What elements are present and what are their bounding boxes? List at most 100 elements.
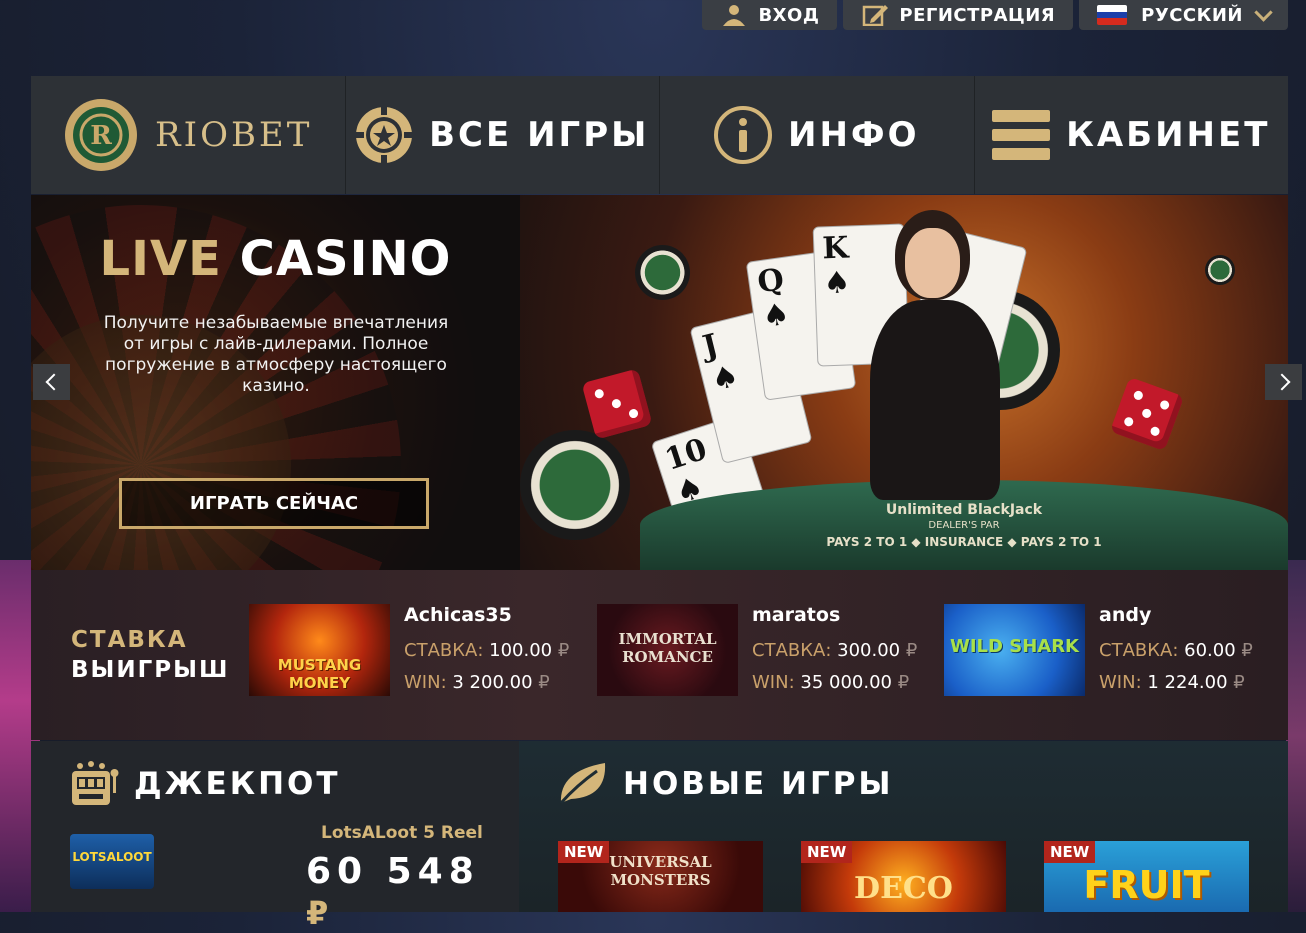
new-badge: NEW [801,841,853,863]
language-selector[interactable]: РУССКИЙ [1079,0,1288,30]
svg-text:R: R [90,121,112,151]
currency-symbol: ₽ [905,640,918,661]
chevron-right-icon [1273,373,1290,391]
jackpot-amount: 60 548 ₽ [306,851,519,933]
new-badge: NEW [1044,841,1096,863]
currency-symbol: ₽ [1241,640,1253,661]
chip-icon [356,107,413,163]
bet-username: maratos [752,604,841,626]
game-thumbnail[interactable]: IMMORTAL ROMANCE [597,604,738,696]
game-thumbnail[interactable]: MUSTANG MONEY [249,604,390,696]
jackpot-title: ДЖЕКПОТ [134,766,341,802]
new-badge: NEW [558,841,610,863]
jackpot-game-thumbnail[interactable]: LOTSALOOT [70,834,154,889]
hero-image: 10♠ J♠ Q♠ K♠ A♠ Unlimited BlackJack DEAL… [520,195,1288,570]
side-glow-right [1286,560,1306,912]
game-thumbnail[interactable]: WILD SHARK [944,604,1085,696]
logo-link[interactable]: R RIOBET [31,76,346,194]
bet-item[interactable]: WILD SHARK andy СТАВКА: 60.00 ₽ WIN: 1 2… [944,604,1253,696]
slider-prev-button[interactable] [33,364,70,400]
play-now-button[interactable]: ИГРАТЬ СЕЙЧАС [119,478,429,529]
nav-info-label: ИНФО [787,115,920,155]
currency-symbol: ₽ [538,672,550,693]
chevron-down-icon [1254,2,1273,22]
new-game-title: DECO [854,871,953,906]
table-insurance-text: PAYS 2 TO 1 ◆ INSURANCE ◆ PAYS 2 TO 1 [826,535,1102,549]
main-nav: R RIOBET ВСЕ ИГРЫ ИНФО КАБИНЕТ [31,76,1288,194]
nav-cabinet-label: КАБИНЕТ [1066,115,1271,155]
new-games-title: НОВЫЕ ИГРЫ [623,766,894,802]
nav-cabinet[interactable]: КАБИНЕТ [975,76,1289,194]
jackpot-thumbnail-title: LOTSALOOT [72,850,152,864]
game-thumbnail-title: IMMORTAL ROMANCE [618,630,717,666]
red-die-image [581,368,653,440]
bet-label: СТАВКА: [1099,640,1179,661]
hero-title-gold: LIVE [99,231,222,287]
bet-username: Achicas35 [404,604,512,626]
bet-username: andy [1099,604,1152,626]
currency-symbol: ₽ [1233,672,1245,693]
bet-item[interactable]: IMMORTAL ROMANCE maratos СТАВКА: 300.00 … [597,604,917,696]
slot-machine-icon [72,761,119,805]
slider-next-button[interactable] [1265,364,1302,400]
hero-title-white: CASINO [239,231,452,287]
register-button[interactable]: РЕГИСТРАЦИЯ [843,0,1074,30]
language-label: РУССКИЙ [1141,4,1243,26]
casino-chip-image [635,245,690,300]
currency-symbol: ₽ [897,672,910,693]
new-games-section: НОВЫЕ ИГРЫ UNIVERSAL MONSTERS NEW DECO N… [519,741,1288,912]
top-bar: ВХОД РЕГИСТРАЦИЯ РУССКИЙ [702,0,1306,30]
game-thumbnail-title: WILD SHARK [950,636,1079,657]
bet-value: 300.00 [837,640,901,661]
new-games-heading: НОВЫЕ ИГРЫ [557,761,894,807]
jackpot-game-name: LotsALoot 5 Reel [321,823,483,843]
casino-chip-image [1205,255,1235,285]
bets-label-win: ВЫИГРЫШ [71,657,230,683]
new-game-title: FRUIT [1083,863,1210,907]
menu-icon [992,110,1051,160]
new-game-card[interactable]: FRUIT NEW [1044,841,1249,912]
jackpot-heading: ДЖЕКПОТ [70,761,341,807]
jackpot-amount-value: 60 548 [306,851,480,892]
new-game-card[interactable]: DECO NEW [801,841,1006,912]
win-label: WIN: [752,672,795,693]
bets-label: СТАВКА ВЫИГРЫШ [31,627,249,683]
win-value: 1 224.00 [1147,672,1228,693]
login-button[interactable]: ВХОД [702,0,838,30]
casino-chip-image [520,430,630,540]
edit-icon [863,5,889,26]
recent-bets-strip: СТАВКА ВЫИГРЫШ MUSTANG MONEY Achicas35 С… [31,570,1288,740]
bet-value: 100.00 [489,640,553,661]
info-icon [713,106,772,164]
nav-all-games[interactable]: ВСЕ ИГРЫ [346,76,660,194]
hero-title: LIVE CASINO [31,231,520,287]
new-game-card[interactable]: UNIVERSAL MONSTERS NEW [558,841,763,912]
hero-text-panel: LIVE CASINO Получите незабываемые впечат… [31,195,520,570]
win-value: 3 200.00 [452,672,533,693]
nav-info[interactable]: ИНФО [660,76,975,194]
riobet-logo-icon: R [65,99,138,171]
red-die-image [1109,376,1185,452]
hero-description: Получите незабываемые впечатления от игр… [103,313,449,396]
win-value: 35 000.00 [800,672,892,693]
logo-text: RIOBET [155,115,313,155]
leaf-icon [559,763,606,804]
bet-value: 60.00 [1184,640,1236,661]
game-thumbnail-title: MUSTANG MONEY [277,656,362,692]
register-label: РЕГИСТРАЦИЯ [899,4,1056,26]
bet-label: СТАВКА: [404,640,484,661]
hero-banner: LIVE CASINO Получите незабываемые впечат… [31,195,1302,570]
live-dealer-image [860,210,1010,510]
bet-label: СТАВКА: [752,640,832,661]
jackpot-section: ДЖЕКПОТ LOTSALOOT LotsALoot 5 Reel 60 54… [31,741,519,932]
currency-symbol: ₽ [557,640,570,661]
chevron-left-icon [45,373,62,391]
bet-item[interactable]: MUSTANG MONEY Achicas35 СТАВКА: 100.00 ₽… [249,604,569,696]
login-label: ВХОД [758,4,820,26]
jackpot-currency: ₽ [306,894,329,932]
nav-all-games-label: ВСЕ ИГРЫ [429,115,650,155]
table-dealer-text: DEALER'S PAR [928,520,1000,531]
win-label: WIN: [404,672,447,693]
russia-flag-icon [1097,5,1128,25]
user-icon [723,5,746,26]
